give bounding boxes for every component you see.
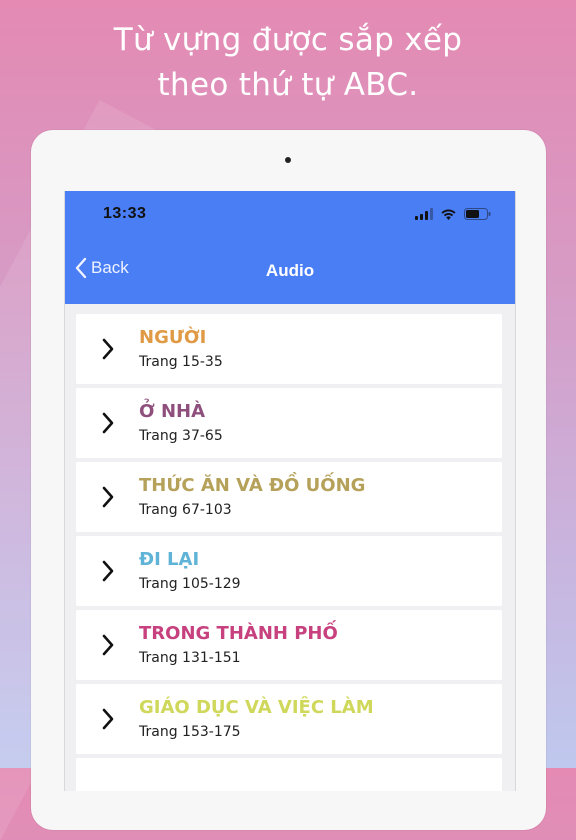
chapter-row[interactable]: THỨC ĂN VÀ ĐỒ UỐNG Trang 67-103 <box>76 462 502 532</box>
chapter-title: TRONG THÀNH PHỐ <box>139 623 338 644</box>
chevron-right-icon <box>102 486 114 508</box>
chapter-pages: Trang 15-35 <box>139 354 223 370</box>
app-screen: 13:33 Back Audio NGƯỜI Trang 15-35 Ở NHÀ… <box>64 191 516 791</box>
chapter-title: NGƯỜI <box>139 327 207 348</box>
chapter-title: ĐI LẠI <box>139 549 200 570</box>
page-title: Audio <box>265 261 315 280</box>
cellular-signal-icon <box>415 208 433 220</box>
headline-line-1: Từ vựng được sắp xếp <box>113 22 463 58</box>
chapter-row[interactable]: ĐI LẠI Trang 105-129 <box>76 536 502 606</box>
promo-headline: Từ vựng được sắp xếp theo thứ tự ABC. <box>0 18 576 108</box>
chevron-right-icon <box>102 338 114 360</box>
chapter-title: Ở NHÀ <box>139 401 206 422</box>
chapter-pages: Trang 131-151 <box>139 650 241 666</box>
navigation-bar: 13:33 Back Audio <box>65 191 515 304</box>
wifi-icon <box>441 209 456 220</box>
chevron-right-icon <box>102 708 114 730</box>
chapter-title: GIÁO DỤC VÀ VIỆC LÀM <box>139 697 374 718</box>
status-icons <box>415 208 491 220</box>
chapter-pages: Trang 67-103 <box>139 502 232 518</box>
chapter-row[interactable]: Ở NHÀ Trang 37-65 <box>76 388 502 458</box>
chevron-right-icon <box>102 634 114 656</box>
chapter-title: THỨC ĂN VÀ ĐỒ UỐNG <box>139 475 366 496</box>
headline-line-2: theo thứ tự ABC. <box>157 67 419 103</box>
chevron-right-icon <box>102 412 114 434</box>
status-time: 13:33 <box>103 205 147 222</box>
chapter-row[interactable]: NGƯỜI Trang 15-35 <box>76 314 502 384</box>
chapter-row-partial[interactable] <box>76 758 502 791</box>
chapter-pages: Trang 153-175 <box>139 724 241 740</box>
chapter-row[interactable]: GIÁO DỤC VÀ VIỆC LÀM Trang 153-175 <box>76 684 502 754</box>
camera-icon <box>285 157 291 163</box>
battery-icon <box>464 208 491 220</box>
chapter-pages: Trang 105-129 <box>139 576 241 592</box>
chapter-pages: Trang 37-65 <box>139 428 223 444</box>
chapter-list: NGƯỜI Trang 15-35 Ở NHÀ Trang 37-65 THỨC… <box>76 314 502 791</box>
chapter-row[interactable]: TRONG THÀNH PHỐ Trang 131-151 <box>76 610 502 680</box>
chevron-right-icon <box>102 560 114 582</box>
